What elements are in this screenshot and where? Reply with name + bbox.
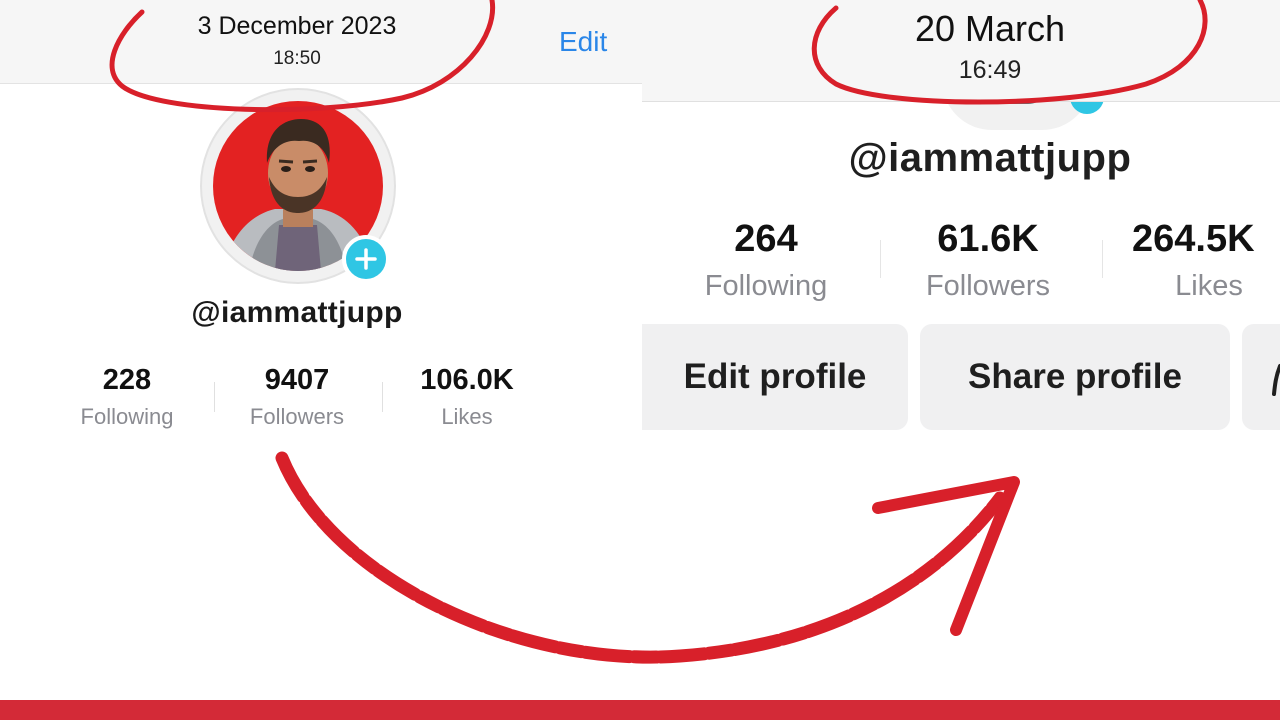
left-following-count[interactable]: 228 [52,364,202,397]
right-header-date: 20 March [914,8,1066,49]
stat-divider [382,382,383,412]
decorative-bottom-strip [0,700,1280,720]
right-following-count[interactable]: 264 [686,218,846,261]
left-profile-screenshot: 3 December 2023 18:50 Edit @iammattjupp … [0,0,642,700]
right-header-time: 16:49 [958,56,1022,84]
right-likes-label: Likes [1175,270,1243,302]
right-header-bar: 20 March 16:49 [642,0,1280,102]
right-username: @iammattjupp [848,136,1132,180]
add-friend-icon [1272,364,1280,396]
right-following-label: Following [704,270,828,302]
stat-divider [214,382,215,412]
stat-divider [1102,240,1103,278]
plus-icon [355,248,377,270]
edit-profile-button[interactable]: Edit profile [642,324,908,430]
left-header-bar: 3 December 2023 18:50 Edit [0,0,642,84]
left-likes-label: Likes [441,404,493,429]
left-header-date: 3 December 2023 [197,12,397,40]
left-followers-count[interactable]: 9407 [222,364,372,397]
add-friend-button[interactable] [1242,324,1280,430]
right-followers-label: Followers [925,270,1051,302]
left-header-time: 18:50 [273,48,321,69]
share-profile-button[interactable]: Share profile [920,324,1230,430]
left-following-label: Following [80,404,174,429]
add-photo-button[interactable] [342,235,390,283]
right-likes-count[interactable]: 264.5K [1132,218,1280,261]
left-likes-count[interactable]: 106.0K [390,364,544,397]
stat-divider [880,240,881,278]
right-profile-screenshot: 20 March 16:49 @iammattjupp 264 Followin… [642,0,1280,700]
edit-link[interactable]: Edit [559,26,607,58]
left-followers-label: Followers [249,404,345,429]
left-username: @iammattjupp [191,296,403,329]
right-followers-count[interactable]: 61.6K [898,218,1078,261]
